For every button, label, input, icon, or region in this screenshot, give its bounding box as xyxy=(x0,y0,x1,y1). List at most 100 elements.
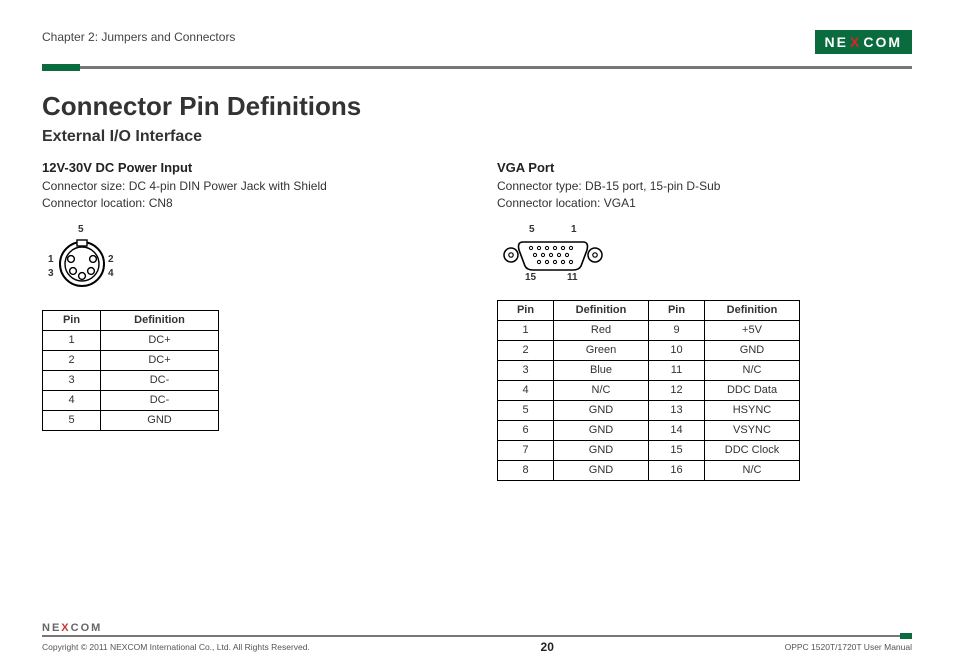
table-cell: DDC Clock xyxy=(705,440,800,460)
footer-logo-post: COM xyxy=(71,622,103,634)
din-label-1: 1 xyxy=(48,254,54,265)
table-cell: 2 xyxy=(43,350,101,370)
table-cell: 5 xyxy=(498,400,554,420)
table-cell: GND xyxy=(554,400,649,420)
table-cell: GND xyxy=(554,440,649,460)
vga-label-5: 5 xyxy=(529,224,535,235)
table-row: 4N/C12DDC Data xyxy=(498,380,800,400)
table-row: 7GND15DDC Clock xyxy=(498,440,800,460)
din-label-2: 2 xyxy=(108,254,114,265)
table-col-def2: Definition xyxy=(705,300,800,320)
footer-logo-x: X xyxy=(61,622,70,634)
vga-label-15: 15 xyxy=(525,272,536,283)
table-row: 4DC- xyxy=(43,390,219,410)
table-row: 3DC- xyxy=(43,370,219,390)
table-cell: 15 xyxy=(649,440,705,460)
doc-title: OPPC 1520T/1720T User Manual xyxy=(785,642,912,652)
table-cell: 2 xyxy=(498,340,554,360)
table-cell: VSYNC xyxy=(705,420,800,440)
table-row: 5GND13HSYNC xyxy=(498,400,800,420)
power-input-heading: 12V-30V DC Power Input xyxy=(42,160,457,175)
page-header: Chapter 2: Jumpers and Connectors NEXCOM xyxy=(42,30,912,60)
table-col-pin: Pin xyxy=(498,300,554,320)
table-row: 1DC+ xyxy=(43,330,219,350)
table-cell: DDC Data xyxy=(705,380,800,400)
vga-label-11: 11 xyxy=(567,272,578,283)
table-row: 2Green10GND xyxy=(498,340,800,360)
vga-connector-diagram: 5 1 15 11 xyxy=(501,226,605,286)
table-col-pin2: Pin xyxy=(649,300,705,320)
table-cell: 1 xyxy=(43,330,101,350)
table-cell: GND xyxy=(554,420,649,440)
power-input-desc2: Connector location: CN8 xyxy=(42,195,457,212)
vga-connector-icon xyxy=(501,226,605,284)
table-cell: 12 xyxy=(649,380,705,400)
table-cell: N/C xyxy=(705,360,800,380)
vga-label-1: 1 xyxy=(571,224,577,235)
table-cell: N/C xyxy=(554,380,649,400)
footer-logo-pre: NE xyxy=(42,622,61,634)
table-cell: 13 xyxy=(649,400,705,420)
table-cell: 5 xyxy=(43,410,101,430)
header-divider xyxy=(42,66,912,69)
content-columns: 12V-30V DC Power Input Connector size: D… xyxy=(42,154,912,481)
page-number: 20 xyxy=(541,640,554,654)
table-col-def: Definition xyxy=(554,300,649,320)
table-row: 6GND14VSYNC xyxy=(498,420,800,440)
table-cell: 16 xyxy=(649,460,705,480)
table-cell: 1 xyxy=(498,320,554,340)
chapter-label: Chapter 2: Jumpers and Connectors xyxy=(42,30,235,44)
footer-logo: NEXCOM xyxy=(42,622,912,634)
din-label-4: 4 xyxy=(108,268,114,279)
table-cell: 7 xyxy=(498,440,554,460)
table-cell: HSYNC xyxy=(705,400,800,420)
table-cell: DC+ xyxy=(101,350,219,370)
table-cell: 10 xyxy=(649,340,705,360)
table-cell: Green xyxy=(554,340,649,360)
section-subtitle: External I/O Interface xyxy=(42,128,912,146)
table-row: 8GND16N/C xyxy=(498,460,800,480)
table-cell: DC+ xyxy=(101,330,219,350)
copyright-text: Copyright © 2011 NEXCOM International Co… xyxy=(42,642,310,652)
table-cell: GND xyxy=(101,410,219,430)
vga-desc2: Connector location: VGA1 xyxy=(497,195,912,212)
table-cell: 3 xyxy=(498,360,554,380)
table-cell: 3 xyxy=(43,370,101,390)
vga-pin-table: Pin Definition Pin Definition 1Red9+5V2G… xyxy=(497,300,800,481)
logo-text-pre: NE xyxy=(825,34,848,50)
table-cell: DC- xyxy=(101,390,219,410)
logo-text-x: X xyxy=(850,34,861,50)
table-cell: 9 xyxy=(649,320,705,340)
table-row: 5GND xyxy=(43,410,219,430)
table-cell: GND xyxy=(705,340,800,360)
power-input-desc1: Connector size: DC 4-pin DIN Power Jack … xyxy=(42,178,457,195)
table-col-def: Definition xyxy=(101,310,219,330)
logo-text-post: COM xyxy=(863,34,902,50)
power-pin-table: Pin Definition 1DC+2DC+3DC-4DC-5GND xyxy=(42,310,219,431)
din-label-5: 5 xyxy=(78,224,84,235)
table-row: 3Blue11N/C xyxy=(498,360,800,380)
table-col-pin: Pin xyxy=(43,310,101,330)
nexcom-logo: NEXCOM xyxy=(815,30,912,54)
page-footer: NEXCOM Copyright © 2011 NEXCOM Internati… xyxy=(42,622,912,654)
table-cell: GND xyxy=(554,460,649,480)
din-label-3: 3 xyxy=(48,268,54,279)
page-title: Connector Pin Definitions xyxy=(42,91,912,122)
table-cell: 4 xyxy=(43,390,101,410)
table-cell: Red xyxy=(554,320,649,340)
table-cell: 14 xyxy=(649,420,705,440)
table-cell: DC- xyxy=(101,370,219,390)
table-cell: Blue xyxy=(554,360,649,380)
table-row: 1Red9+5V xyxy=(498,320,800,340)
table-cell: 11 xyxy=(649,360,705,380)
left-column: 12V-30V DC Power Input Connector size: D… xyxy=(42,154,457,481)
table-cell: +5V xyxy=(705,320,800,340)
table-row: 2DC+ xyxy=(43,350,219,370)
right-column: VGA Port Connector type: DB-15 port, 15-… xyxy=(497,154,912,481)
table-cell: N/C xyxy=(705,460,800,480)
footer-divider xyxy=(42,635,912,637)
table-cell: 6 xyxy=(498,420,554,440)
din-connector-diagram: 5 1 3 2 4 xyxy=(46,226,126,296)
vga-heading: VGA Port xyxy=(497,160,912,175)
table-cell: 8 xyxy=(498,460,554,480)
